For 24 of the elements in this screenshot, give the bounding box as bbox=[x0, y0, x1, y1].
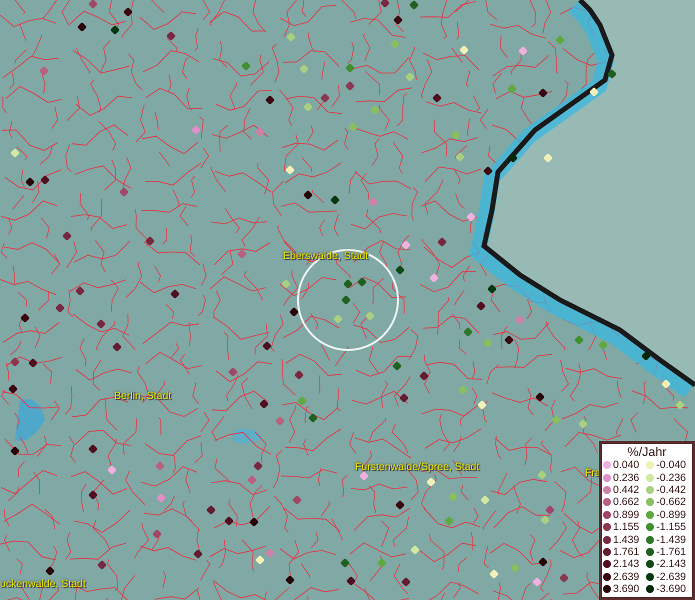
legend-value: 1.155 bbox=[613, 521, 640, 534]
legend-value: 0.899 bbox=[613, 508, 640, 521]
legend-value: 0.442 bbox=[613, 484, 640, 496]
legend-value: -3.690 bbox=[656, 583, 686, 596]
legend-value: 0.662 bbox=[613, 496, 640, 508]
legend-value: -0.442 bbox=[656, 484, 686, 496]
legend-value: 2.639 bbox=[613, 570, 640, 583]
legend-value: -0.899 bbox=[656, 508, 686, 521]
legend-value: -0.662 bbox=[656, 496, 686, 508]
legend-value: -2.143 bbox=[656, 558, 686, 570]
legend-value: 1.761 bbox=[613, 546, 640, 558]
legend-value: -1.439 bbox=[656, 534, 686, 546]
map-drawing[interactable] bbox=[0, 0, 695, 600]
legend-value: -2.639 bbox=[656, 570, 686, 583]
legend-value: 1.439 bbox=[613, 534, 640, 546]
legend-value: -0.040 bbox=[656, 459, 686, 472]
legend-value: 0.236 bbox=[613, 472, 640, 484]
legend-title: %/Jahr bbox=[626, 445, 668, 459]
legend-value: -1.155 bbox=[656, 521, 686, 534]
legend-value: -1.761 bbox=[656, 546, 686, 558]
legend-value: 0.040 bbox=[613, 459, 640, 472]
legend-value: 3.690 bbox=[613, 583, 640, 596]
legend-value: -0.236 bbox=[656, 472, 686, 484]
legend-value: 2.143 bbox=[613, 558, 640, 570]
